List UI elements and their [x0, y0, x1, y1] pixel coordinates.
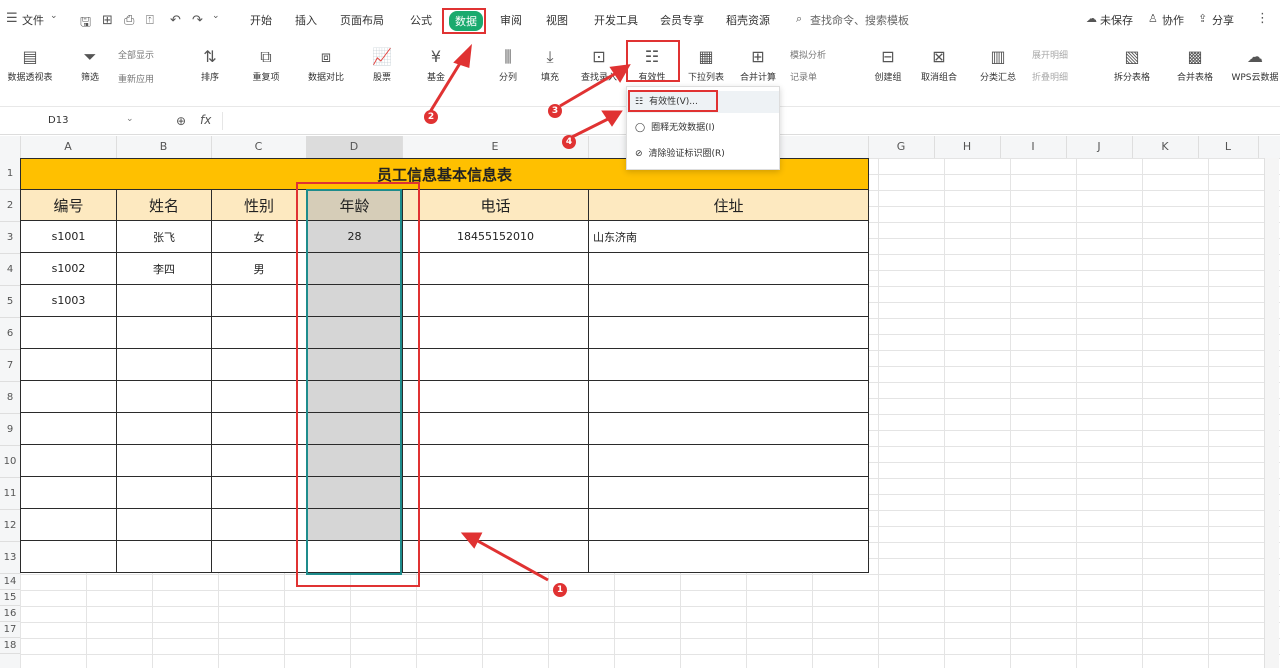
vertical-scrollbar[interactable] [1264, 158, 1279, 668]
step-badge-2: 2 [424, 110, 438, 124]
annotation-arrows [428, 43, 631, 582]
arrow-to-validity-item [569, 116, 611, 140]
arrow-to-validity-button [559, 70, 619, 108]
arrow-to-column [475, 538, 549, 582]
step-badge-4: 4 [562, 135, 576, 149]
arrow-head [453, 43, 472, 69]
step-badge-3: 3 [548, 104, 562, 118]
arrow-head [460, 532, 483, 549]
arrow-head [609, 64, 631, 83]
arrow-head [601, 110, 623, 127]
step-badge-1: 1 [553, 583, 567, 597]
arrow-to-data-tab [428, 59, 464, 113]
